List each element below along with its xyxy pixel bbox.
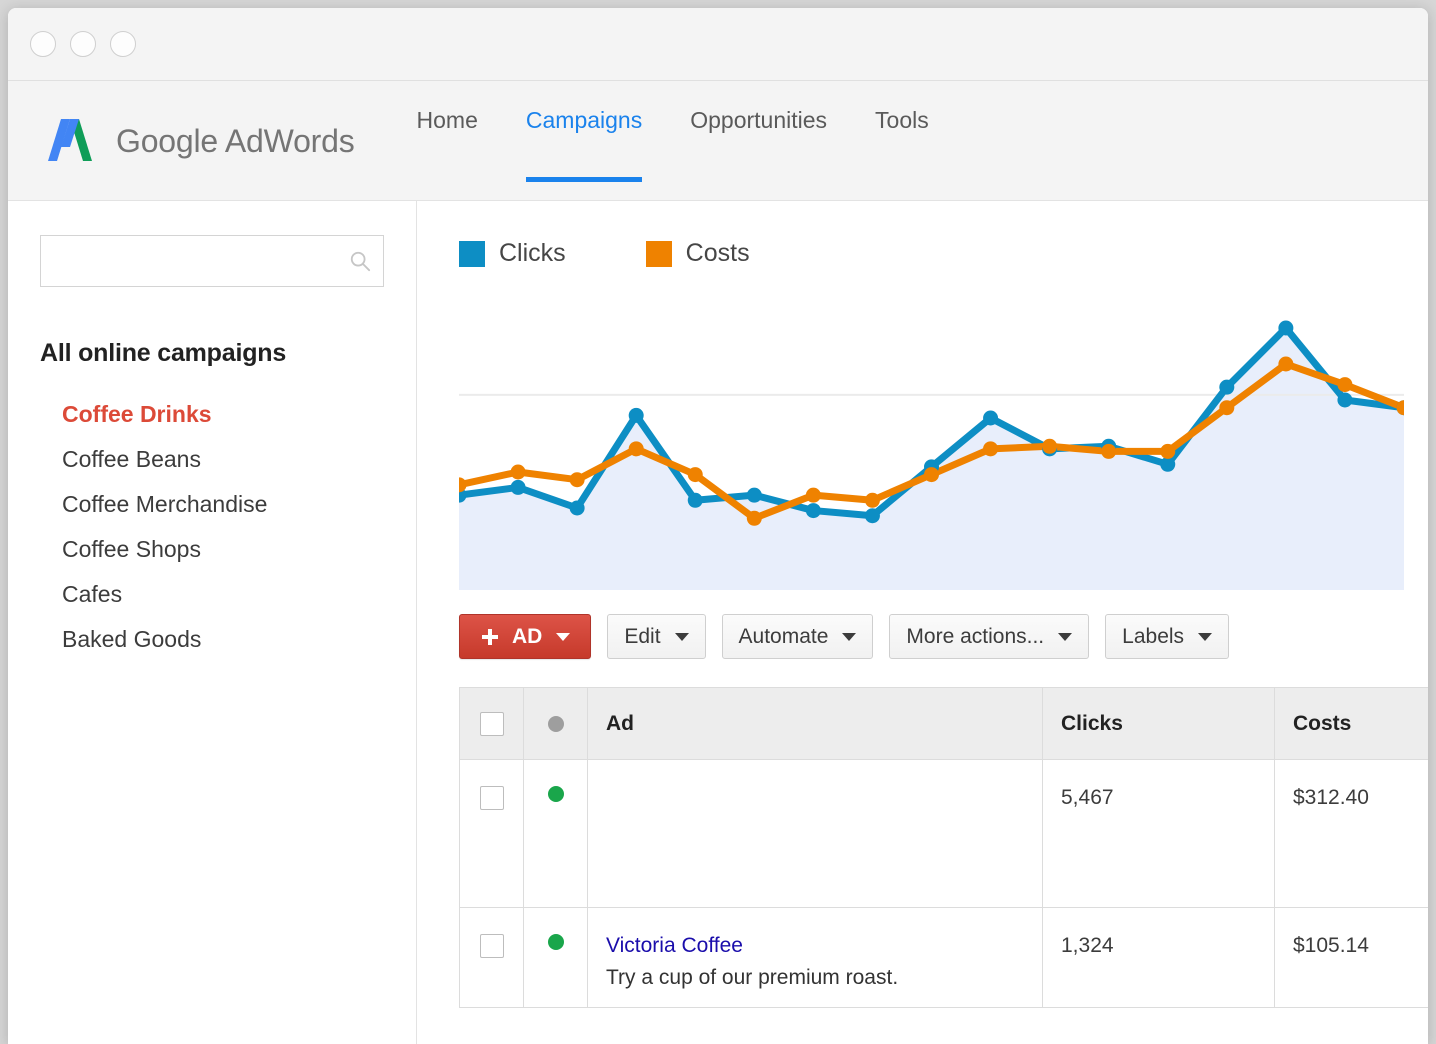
chevron-down-icon (1058, 633, 1072, 641)
row-checkbox[interactable] (480, 786, 504, 810)
sidebar-item-cafes[interactable]: Cafes (62, 572, 384, 617)
table-row[interactable]: Victoria Coffee Try a cup of our premium… (460, 908, 1428, 1008)
sidebar-item-coffee-drinks[interactable]: Coffee Drinks (62, 392, 384, 437)
status-header-cell (524, 688, 588, 760)
ad-title-link[interactable]: Victoria Coffee (606, 934, 743, 958)
window-maximize-button[interactable] (110, 31, 136, 57)
nav-item-tools[interactable]: Tools (875, 107, 929, 182)
ads-table: Ad Clicks Costs (459, 687, 1428, 1008)
column-header-costs[interactable]: Costs (1275, 688, 1428, 760)
legend-label-clicks: Clicks (499, 239, 566, 268)
sidebar-title: All online campaigns (40, 339, 384, 368)
select-all-checkbox[interactable] (480, 712, 504, 736)
sidebar-item-baked-goods[interactable]: Baked Goods (62, 617, 384, 662)
sidebar-item-coffee-beans[interactable]: Coffee Beans (62, 437, 384, 482)
chevron-down-icon (675, 633, 689, 641)
legend-item-costs[interactable]: Costs (646, 239, 750, 268)
row-checkbox[interactable] (480, 934, 504, 958)
legend-label-costs: Costs (686, 239, 750, 268)
add-ad-button[interactable]: AD (459, 614, 591, 659)
nav-item-campaigns[interactable]: Campaigns (526, 107, 642, 182)
row-costs-value: $105.14 (1275, 908, 1428, 1008)
search-icon (349, 250, 371, 272)
main-content: Clicks Costs (417, 201, 1428, 1044)
row-status-cell (524, 908, 588, 1008)
performance-chart[interactable] (459, 300, 1404, 590)
legend-swatch-clicks (459, 241, 485, 267)
page-body: All online campaigns Coffee Drinks Coffe… (8, 201, 1428, 1044)
add-ad-label: AD (512, 625, 542, 649)
row-ad-cell: Victoria Coffee Try a cup of our premium… (588, 908, 1043, 1008)
labels-button[interactable]: Labels (1105, 614, 1229, 659)
table-toolbar: AD Edit Automate More actions... (459, 614, 1428, 659)
chevron-down-icon (1198, 633, 1212, 641)
window-minimize-button[interactable] (70, 31, 96, 57)
nav-item-home[interactable]: Home (417, 107, 478, 182)
sidebar: All online campaigns Coffee Drinks Coffe… (8, 201, 417, 1044)
status-enabled-icon (548, 934, 564, 950)
browser-window: Google AdWords Home Campaigns Opportunit… (8, 8, 1428, 1044)
row-status-cell (524, 760, 588, 908)
labels-label: Labels (1122, 625, 1184, 649)
column-header-ad[interactable]: Ad (588, 688, 1043, 760)
select-all-cell[interactable] (460, 688, 524, 760)
performance-chart-svg (459, 300, 1404, 590)
legend-item-clicks[interactable]: Clicks (459, 239, 566, 268)
more-actions-label: More actions... (906, 625, 1044, 649)
table-header-row: Ad Clicks Costs (460, 688, 1428, 760)
edit-label: Edit (624, 625, 660, 649)
app-root: Google AdWords Home Campaigns Opportunit… (0, 0, 1436, 1044)
row-clicks-value: 5,467 (1043, 760, 1275, 908)
row-select-cell[interactable] (460, 908, 524, 1008)
table-row[interactable]: 5,467 $312.40 (460, 760, 1428, 908)
plus-icon (480, 627, 500, 647)
status-indicator-icon (548, 716, 564, 732)
app-header: Google AdWords Home Campaigns Opportunit… (8, 81, 1428, 201)
main-nav: Home Campaigns Opportunities Tools (417, 81, 977, 201)
ad-description: Try a cup of our premium roast. (606, 966, 898, 990)
brand-name: Google AdWords (116, 123, 355, 160)
window-close-button[interactable] (30, 31, 56, 57)
sidebar-item-coffee-shops[interactable]: Coffee Shops (62, 527, 384, 572)
sidebar-item-coffee-merchandise[interactable]: Coffee Merchandise (62, 482, 384, 527)
row-costs-value: $312.40 (1275, 760, 1428, 908)
brand-logo[interactable]: Google AdWords (48, 81, 355, 201)
status-enabled-icon (548, 786, 564, 802)
adwords-logo-icon (48, 117, 102, 165)
automate-button[interactable]: Automate (722, 614, 874, 659)
search-box[interactable] (40, 235, 384, 287)
automate-label: Automate (739, 625, 829, 649)
chevron-down-icon (842, 633, 856, 641)
search-input[interactable] (41, 236, 383, 286)
row-clicks-value: 1,324 (1043, 908, 1275, 1008)
legend-swatch-costs (646, 241, 672, 267)
campaign-list: Coffee Drinks Coffee Beans Coffee Mercha… (40, 392, 384, 662)
chevron-down-icon (556, 633, 570, 641)
row-ad-cell (588, 760, 1043, 908)
nav-item-opportunities[interactable]: Opportunities (690, 107, 827, 182)
more-actions-button[interactable]: More actions... (889, 614, 1089, 659)
column-header-clicks[interactable]: Clicks (1043, 688, 1275, 760)
row-select-cell[interactable] (460, 760, 524, 908)
window-titlebar (8, 8, 1428, 81)
chart-legend: Clicks Costs (459, 201, 1428, 278)
edit-button[interactable]: Edit (607, 614, 705, 659)
